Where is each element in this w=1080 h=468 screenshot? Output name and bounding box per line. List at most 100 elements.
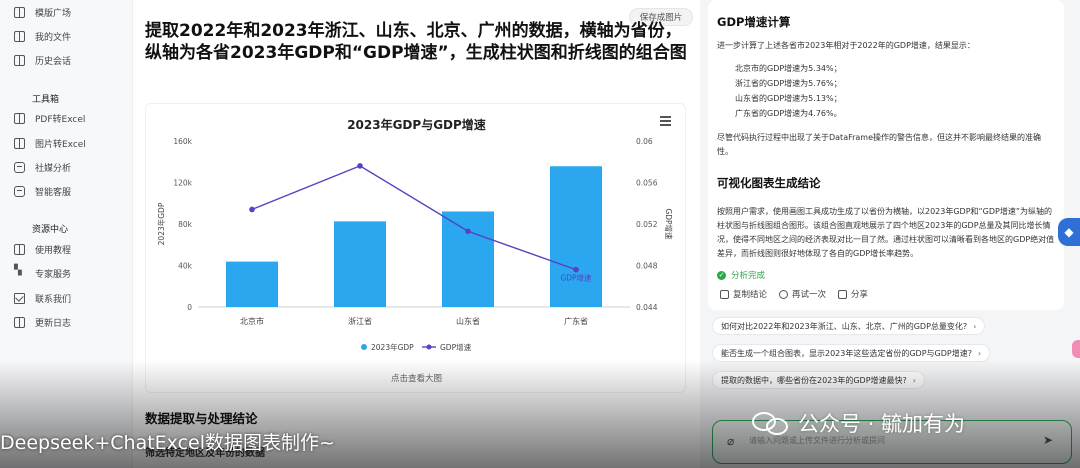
send-icon[interactable]: ➤ (1043, 433, 1059, 449)
sidebar-item-label: 图片转Excel (35, 139, 86, 150)
sidebar-item-label: 专家服务 (35, 269, 72, 280)
sidebar-item-history[interactable]: 历史会话 (14, 50, 71, 70)
check-icon: ✓ (717, 270, 726, 280)
chat-icon (14, 185, 25, 197)
sidebar-section-resources: 资源中心 (32, 225, 69, 235)
retry-button[interactable]: 再试一次 (779, 288, 826, 300)
assistant-float-icon[interactable]: ◆ (1058, 218, 1080, 246)
x-tick-label: 浙江省 (348, 316, 372, 326)
y2-axis-label: GDP增速 (664, 208, 674, 240)
mail-icon (14, 292, 25, 304)
suggestion-text: 如何对比2022年和2023年浙江、山东、北京、广州的GDP总量变化? (721, 321, 968, 331)
sidebar-item-label: 联系我们 (35, 294, 72, 305)
sidebar-item-image-to-excel[interactable]: 图片转Excel (14, 133, 86, 153)
sidebar-item-label: PDF转Excel (35, 114, 86, 125)
sidebar-item-contact[interactable]: 联系我们 (14, 288, 71, 308)
sidebar-item-changelog[interactable]: 更新日志 (14, 312, 71, 332)
chevron-right-icon: › (977, 348, 982, 358)
copy-icon (720, 289, 729, 299)
chevron-right-icon: › (973, 321, 977, 331)
action-label: 分享 (851, 290, 869, 300)
chart-card[interactable]: 2023年GDP与GDP增速 0 40k 80k 120k 160k 0.044 0.048… (145, 103, 686, 393)
bar (442, 211, 494, 307)
sidebar-section-toolbox: 工具箱 (32, 95, 60, 105)
watermark: 公众号 · 毓加有为 (752, 408, 965, 438)
bar (550, 166, 602, 307)
video-caption: Deepseek+ChatExcel数据图表制作~ (0, 432, 335, 454)
book-icon (14, 30, 25, 42)
sidebar-item-label: 我的文件 (35, 32, 72, 43)
wechat-icon (752, 410, 790, 436)
bar (334, 221, 386, 307)
book-icon (14, 316, 25, 328)
attach-icon[interactable]: ⌀ (727, 434, 734, 448)
sidebar-item-my-files[interactable]: 我的文件 (14, 26, 71, 46)
list-item: 北京市的GDP增速为5.34%； (735, 64, 842, 73)
sidebar-item-social-analysis[interactable]: 社媒分析 (14, 157, 71, 177)
sidebar-item-templates[interactable]: 模版广场 (14, 2, 71, 22)
main-panel: 保存成图片 提取2022年和2023年浙江、山东、北京、广州的数据，横轴为省份，… (133, 0, 700, 468)
suggestion-chip[interactable]: 提取的数据中，哪些省份在2023年的GDP增速最快? › (712, 371, 925, 389)
status-text: 分析完成 (731, 271, 766, 281)
float-tab[interactable] (1072, 340, 1080, 358)
suggestion-chip[interactable]: 如何对比2022年和2023年浙江、山东、北京、广州的GDP总量变化? › (712, 317, 986, 335)
suggestion-text: 能否生成一个组合图表，显示2023年这些选定省份的GDP与GDP增速? (721, 348, 972, 358)
y2-tick-label: 0.06 (636, 137, 653, 146)
y-tick-label: 120k (173, 179, 192, 188)
sidebar-item-label: 模版广场 (35, 8, 72, 19)
combo-chart: 0 40k 80k 120k 160k 0.044 0.048 0.052 0.056 0.06 2… (156, 137, 674, 352)
sidebar-item-label: 更新日志 (35, 318, 72, 329)
viz-text: 按照用户需求，使用画图工具成功生成了以省份为横轴，以2023年GDP和“GDP增… (717, 207, 1055, 258)
x-tick-label: 北京市 (240, 316, 264, 326)
section-heading: 数据提取与处理结论 (145, 411, 258, 426)
list-item: 山东省的GDP增速为5.13%； (735, 94, 842, 103)
y-tick-label: 40k (178, 262, 193, 271)
y-tick-label: 80k (178, 220, 193, 229)
action-label: 再试一次 (792, 290, 827, 300)
legend-swatch-line-dot (426, 344, 432, 350)
y2-tick-label: 0.056 (636, 179, 658, 188)
book-icon (14, 137, 25, 149)
sidebar-item-pdf-to-excel[interactable]: PDF转Excel (14, 108, 85, 128)
legend-label: GDP增速 (440, 342, 472, 352)
view-large-link[interactable]: 点击查看大图 (146, 372, 687, 384)
y-axis-label: 2023年GDP (156, 202, 166, 245)
sidebar-item-label: 社媒分析 (35, 163, 72, 174)
y2-tick-label: 0.052 (636, 220, 658, 229)
right-panel: GDP增速计算 进一步计算了上述各省市2023年相对于2022年的GDP增速，结… (700, 0, 1080, 468)
list-item: 广东省的GDP增速为4.76%。 (735, 109, 842, 118)
chevron-right-icon: › (912, 375, 916, 385)
x-tick-label: 广东省 (564, 316, 588, 326)
line-point (357, 163, 363, 169)
refresh-icon (779, 289, 789, 299)
sidebar-item-label: 历史会话 (35, 56, 72, 67)
growth-intro: 进一步计算了上述各省市2023年相对于2022年的GDP增速，结果显示： (717, 41, 975, 50)
suggestion-text: 提取的数据中，哪些省份在2023年的GDP增速最快? (721, 375, 907, 385)
watermark-text: 公众号 · 毓加有为 (798, 412, 966, 436)
line-point (465, 228, 471, 235)
warning-note: 尽管代码执行过程中出现了关于DataFrame操作的警告信息，但这并不影响最终结… (717, 133, 1042, 156)
book-icon (14, 6, 25, 18)
legend-label: 2023年GDP (371, 342, 414, 352)
copy-conclusion-button[interactable]: 复制结论 (720, 288, 767, 300)
viz-heading: 可视化图表生成结论 (717, 176, 821, 190)
x-tick-label: 山东省 (456, 316, 480, 326)
grid-icon (14, 265, 25, 279)
y-tick-label: 160k (173, 137, 192, 146)
sidebar: 模版广场 我的文件 历史会话 工具箱 PDF转Excel 图片转Excel 社媒… (0, 0, 133, 468)
line-point (249, 206, 255, 213)
book-icon (14, 243, 25, 255)
share-button[interactable]: 分享 (838, 288, 868, 300)
line-end-label: GDP增速 (560, 273, 592, 283)
suggestion-chip[interactable]: 能否生成一个组合图表，显示2023年这些选定省份的GDP与GDP增速? › (712, 344, 991, 362)
page-title: 提取2022年和2023年浙江、山东、北京、广州的数据，横轴为省份，纵轴为各省2… (145, 21, 687, 63)
sidebar-item-expert-service[interactable]: 专家服务 (14, 263, 71, 283)
sidebar-item-smart-service[interactable]: 智能客服 (14, 181, 71, 201)
sidebar-item-label: 智能客服 (35, 187, 72, 198)
bar (226, 261, 278, 307)
list-item: 浙江省的GDP增速为5.76%； (735, 79, 842, 88)
y2-tick-label: 0.048 (636, 262, 658, 271)
sidebar-item-tutorial[interactable]: 使用教程 (14, 239, 71, 259)
chat-icon (14, 161, 25, 173)
y2-tick-label: 0.044 (636, 303, 658, 312)
